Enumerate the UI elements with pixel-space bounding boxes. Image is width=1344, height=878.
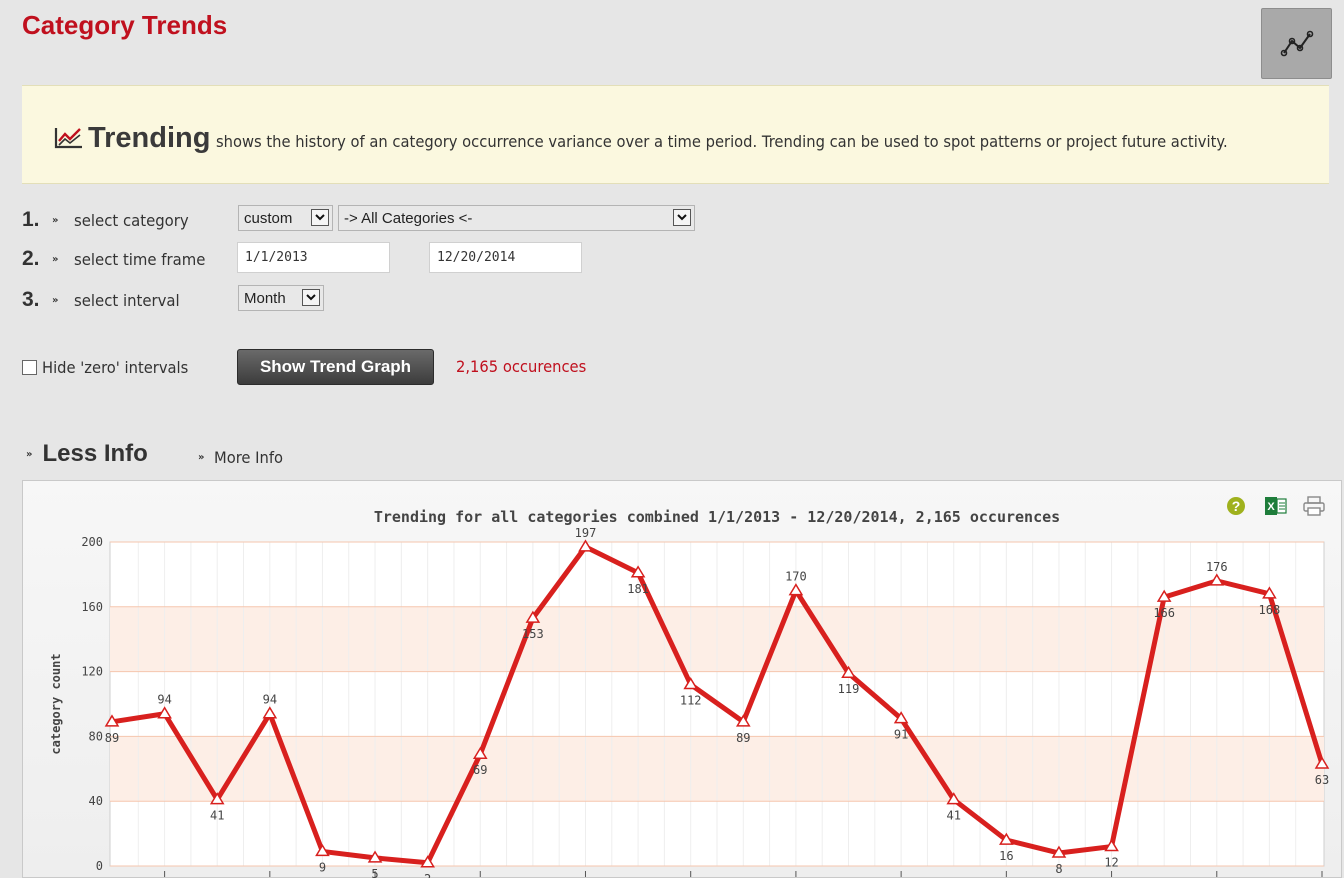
y-tick-label: 0: [96, 859, 103, 873]
y-tick-label: 80: [89, 729, 103, 743]
data-label: 41: [947, 809, 961, 823]
data-label: 166: [1153, 606, 1175, 620]
y-tick-label: 200: [81, 535, 103, 549]
data-label: 8: [1055, 862, 1062, 876]
data-label: 89: [105, 731, 119, 745]
y-axis-label: category count: [49, 653, 63, 754]
data-label: 94: [263, 693, 277, 707]
data-label: 181: [627, 582, 649, 596]
data-label: 119: [838, 682, 860, 696]
data-label: 41: [210, 809, 224, 823]
y-tick-label: 160: [81, 600, 103, 614]
data-label: 153: [522, 627, 544, 641]
data-label: 16: [999, 849, 1013, 863]
chart-title: Trending for all categories combined 1/1…: [374, 508, 1060, 526]
data-label: 197: [575, 526, 597, 540]
y-tick-label: 120: [81, 665, 103, 679]
data-label: 9: [319, 860, 326, 874]
data-label: 94: [157, 693, 171, 707]
data-label: 12: [1104, 856, 1118, 870]
data-label: 2: [424, 872, 431, 878]
data-label: 91: [894, 728, 908, 742]
trend-chart: 0 40 80 120 160 200 Trending for all categorie…: [49, 508, 1330, 878]
data-label: 112: [680, 694, 702, 708]
data-label: 5: [371, 867, 378, 878]
data-label: 170: [785, 570, 807, 584]
data-label: 69: [473, 763, 487, 777]
data-label: 63: [1315, 773, 1329, 787]
data-label: 168: [1259, 603, 1281, 617]
data-label: 89: [736, 731, 750, 745]
data-label: 176: [1206, 560, 1228, 574]
y-tick-label: 40: [89, 794, 103, 808]
